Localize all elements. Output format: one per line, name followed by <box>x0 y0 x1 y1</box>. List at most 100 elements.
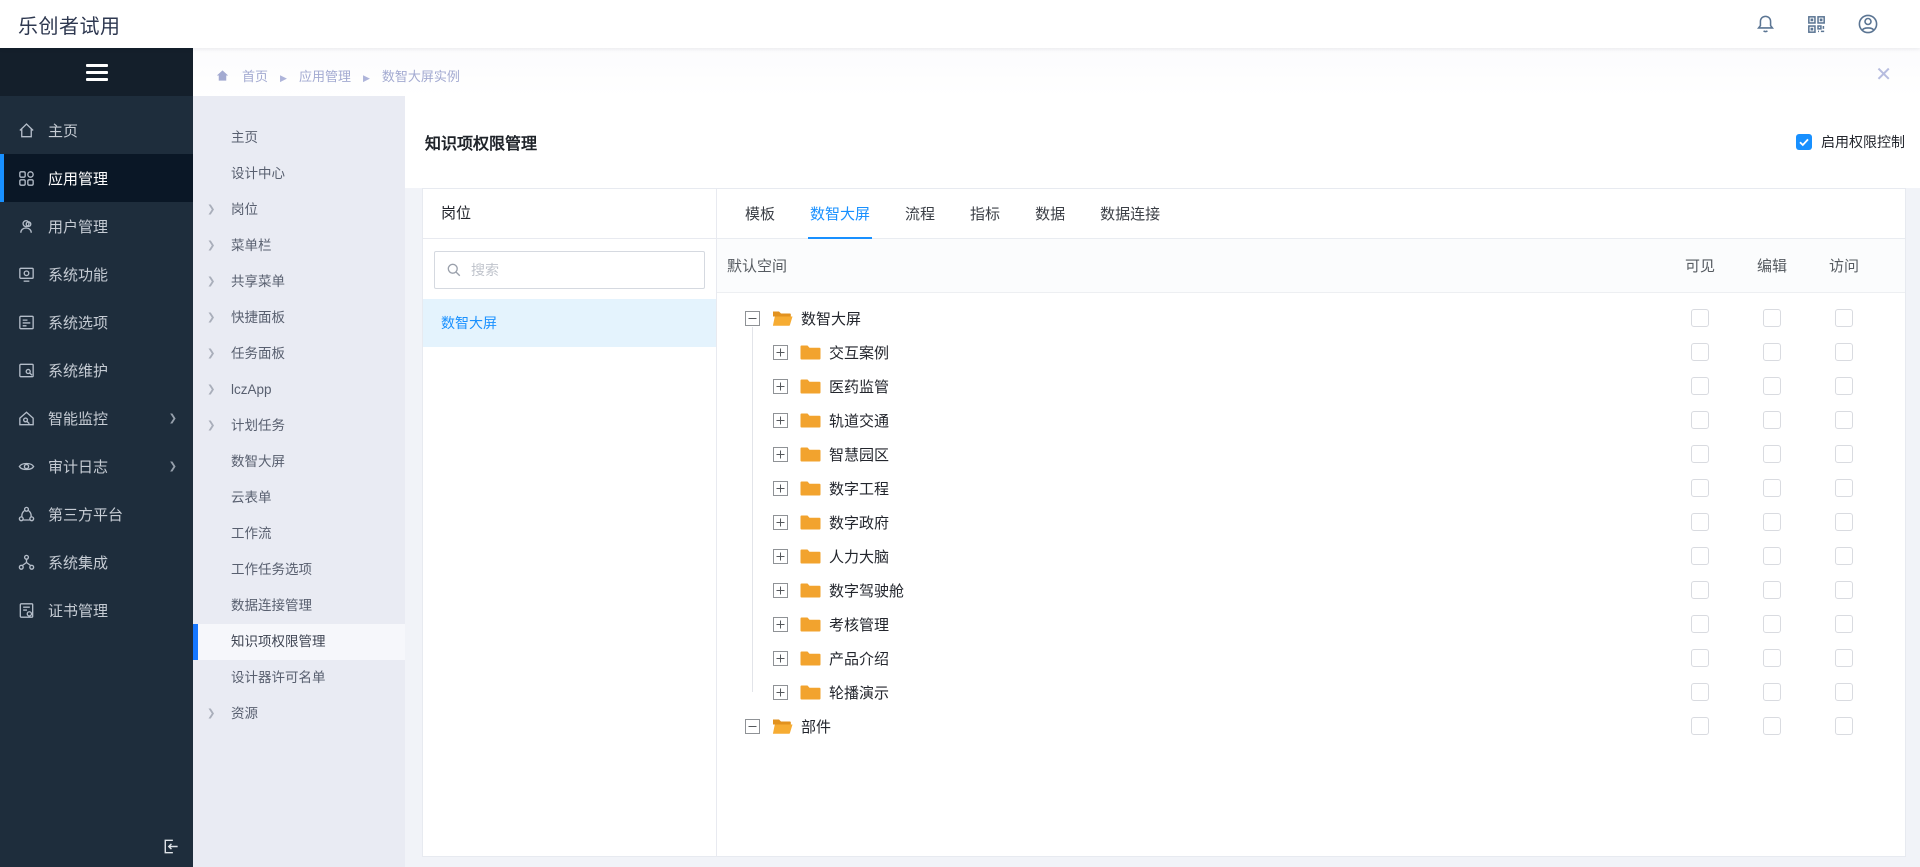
tree-node-label[interactable]: 医药监管 <box>829 376 889 397</box>
expand-icon[interactable] <box>773 617 788 632</box>
submenu-item[interactable]: ❯ 数智大屏 <box>193 444 405 480</box>
edit-checkbox[interactable] <box>1763 445 1781 463</box>
tree-node-label[interactable]: 考核管理 <box>829 614 889 635</box>
edit-checkbox[interactable] <box>1763 683 1781 701</box>
visible-checkbox[interactable] <box>1691 479 1709 497</box>
expand-icon[interactable] <box>773 481 788 496</box>
expand-icon[interactable] <box>773 583 788 598</box>
bell-icon[interactable] <box>1754 13 1777 36</box>
submenu-item[interactable]: ❯ 任务面板 <box>193 336 405 372</box>
visible-checkbox[interactable] <box>1691 717 1709 735</box>
access-checkbox[interactable] <box>1835 547 1853 565</box>
tree-node-label[interactable]: 部件 <box>801 716 831 737</box>
breadcrumb-item[interactable]: 应用管理 <box>280 66 351 85</box>
edit-checkbox[interactable] <box>1763 717 1781 735</box>
collapse-icon[interactable] <box>745 311 760 326</box>
visible-checkbox[interactable] <box>1691 377 1709 395</box>
submenu-item[interactable]: ❯ 主页 <box>193 120 405 156</box>
access-checkbox[interactable] <box>1835 445 1853 463</box>
visible-checkbox[interactable] <box>1691 343 1709 361</box>
expand-icon[interactable] <box>773 379 788 394</box>
user-avatar-icon[interactable] <box>1856 12 1880 36</box>
tab[interactable]: 数据连接 <box>1100 189 1160 238</box>
sidebar-item[interactable]: 第三方平台 ❯ <box>0 490 193 538</box>
expand-icon[interactable] <box>773 447 788 462</box>
submenu-item[interactable]: ❯ 设计器许可名单 <box>193 660 405 696</box>
access-checkbox[interactable] <box>1835 479 1853 497</box>
sidebar-item[interactable]: 智能监控 ❯ <box>0 394 193 442</box>
sidebar-collapse-button[interactable] <box>0 48 193 96</box>
edit-checkbox[interactable] <box>1763 309 1781 327</box>
submenu-item[interactable]: ❯ lczApp <box>193 372 405 408</box>
sidebar-item[interactable]: 系统选项 ❯ <box>0 298 193 346</box>
submenu-item[interactable]: ❯ 共享菜单 <box>193 264 405 300</box>
tree-node-label[interactable]: 产品介绍 <box>829 648 889 669</box>
submenu-item[interactable]: ❯ 知识项权限管理 <box>193 624 405 660</box>
tree-node-label[interactable]: 数智大屏 <box>801 308 861 329</box>
visible-checkbox[interactable] <box>1691 649 1709 667</box>
tree-node-label[interactable]: 轨道交通 <box>829 410 889 431</box>
sidebar-item[interactable]: 系统功能 ❯ <box>0 250 193 298</box>
access-checkbox[interactable] <box>1835 309 1853 327</box>
edit-checkbox[interactable] <box>1763 411 1781 429</box>
search-input[interactable] <box>434 251 705 289</box>
checked-checkbox[interactable] <box>1796 134 1812 150</box>
expand-icon[interactable] <box>773 345 788 360</box>
breadcrumb-item[interactable]: 数智大屏实例 <box>363 66 460 85</box>
edit-checkbox[interactable] <box>1763 513 1781 531</box>
submenu-item[interactable]: ❯ 岗位 <box>193 192 405 228</box>
access-checkbox[interactable] <box>1835 377 1853 395</box>
expand-icon[interactable] <box>773 685 788 700</box>
visible-checkbox[interactable] <box>1691 513 1709 531</box>
sidebar-item[interactable]: 证书管理 ❯ <box>0 586 193 634</box>
submenu-item[interactable]: ❯ 资源 <box>193 696 405 732</box>
access-checkbox[interactable] <box>1835 513 1853 531</box>
edit-checkbox[interactable] <box>1763 377 1781 395</box>
edit-checkbox[interactable] <box>1763 581 1781 599</box>
tree-node-label[interactable]: 数字驾驶舱 <box>829 580 904 601</box>
edit-checkbox[interactable] <box>1763 479 1781 497</box>
tree-node-label[interactable]: 交互案例 <box>829 342 889 363</box>
collapse-icon[interactable] <box>745 719 760 734</box>
access-checkbox[interactable] <box>1835 649 1853 667</box>
tab[interactable]: 流程 <box>905 189 935 238</box>
access-checkbox[interactable] <box>1835 717 1853 735</box>
submenu-item[interactable]: ❯ 菜单栏 <box>193 228 405 264</box>
tab[interactable]: 数据 <box>1035 189 1065 238</box>
tab[interactable]: 模板 <box>745 189 775 238</box>
visible-checkbox[interactable] <box>1691 445 1709 463</box>
visible-checkbox[interactable] <box>1691 683 1709 701</box>
visible-checkbox[interactable] <box>1691 411 1709 429</box>
sidebar-item[interactable]: 应用管理 ❯ <box>0 154 193 202</box>
access-checkbox[interactable] <box>1835 615 1853 633</box>
tree-node-label[interactable]: 数字政府 <box>829 512 889 533</box>
edit-checkbox[interactable] <box>1763 649 1781 667</box>
submenu-item[interactable]: ❯ 计划任务 <box>193 408 405 444</box>
breadcrumb-item[interactable]: 首页 <box>242 66 268 85</box>
tree-node-label[interactable]: 人力大脑 <box>829 546 889 567</box>
access-checkbox[interactable] <box>1835 343 1853 361</box>
expand-icon[interactable] <box>773 413 788 428</box>
access-checkbox[interactable] <box>1835 411 1853 429</box>
position-list-item[interactable]: 数智大屏 <box>423 299 716 347</box>
expand-icon[interactable] <box>773 651 788 666</box>
tab[interactable]: 指标 <box>970 189 1000 238</box>
visible-checkbox[interactable] <box>1691 547 1709 565</box>
edit-checkbox[interactable] <box>1763 615 1781 633</box>
tree-node-label[interactable]: 数字工程 <box>829 478 889 499</box>
submenu-item[interactable]: ❯ 云表单 <box>193 480 405 516</box>
tree-node-label[interactable]: 智慧园区 <box>829 444 889 465</box>
visible-checkbox[interactable] <box>1691 615 1709 633</box>
submenu-item[interactable]: ❯ 工作任务选项 <box>193 552 405 588</box>
enable-permission-toggle[interactable]: 启用权限控制 <box>1796 132 1905 152</box>
sidebar-item[interactable]: 系统集成 ❯ <box>0 538 193 586</box>
edit-checkbox[interactable] <box>1763 547 1781 565</box>
sidebar-item[interactable]: 用户管理 ❯ <box>0 202 193 250</box>
access-checkbox[interactable] <box>1835 581 1853 599</box>
submenu-item[interactable]: ❯ 快捷面板 <box>193 300 405 336</box>
submenu-item[interactable]: ❯ 设计中心 <box>193 156 405 192</box>
expand-icon[interactable] <box>773 549 788 564</box>
sidebar-item[interactable]: 系统维护 ❯ <box>0 346 193 394</box>
sidebar-item[interactable]: 主页 ❯ <box>0 106 193 154</box>
submenu-item[interactable]: ❯ 数据连接管理 <box>193 588 405 624</box>
